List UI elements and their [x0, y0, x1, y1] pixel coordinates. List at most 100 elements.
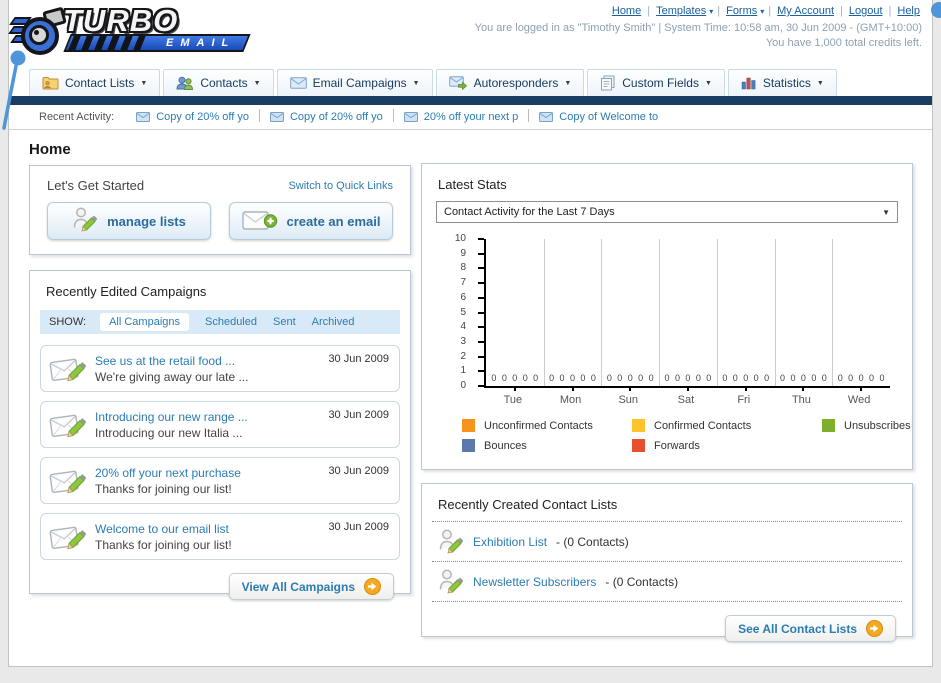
legend-swatch	[462, 439, 475, 452]
nav-link-templates[interactable]: Templates	[656, 5, 706, 17]
chart-value-label: 0	[706, 373, 712, 383]
envelope-icon	[269, 112, 284, 122]
nav-link-forms[interactable]: Forms	[726, 5, 757, 17]
chart-gridline	[543, 239, 545, 386]
view-all-campaigns-button[interactable]: View All Campaigns	[228, 573, 394, 600]
y-axis-tick-label: 2	[460, 350, 466, 362]
logo-stripes	[68, 36, 146, 50]
y-axis-tick	[478, 355, 484, 358]
campaign-filter-bar: SHOW: All Campaigns Scheduled Sent Archived	[40, 310, 400, 334]
tab-contact-lists[interactable]: Contact Lists ▼	[29, 69, 161, 96]
campaign-card[interactable]: See us at the retail food ... We're givin…	[40, 345, 400, 392]
recent-activity-item[interactable]: Copy of 20% off yo	[136, 111, 249, 123]
campaign-title-link[interactable]: 20% off your next purchase	[95, 466, 241, 480]
recent-activity-link[interactable]: Copy of Welcome to	[559, 111, 658, 123]
filter-scheduled[interactable]: Scheduled	[205, 316, 257, 328]
contact-list-rows: Exhibition List - (0 Contacts) Newsletter…	[422, 521, 912, 602]
legend-item: Forwards	[632, 439, 822, 452]
contacts-icon	[176, 76, 194, 90]
contact-list-link[interactable]: Exhibition List	[473, 535, 547, 549]
filter-archived[interactable]: Archived	[312, 316, 355, 328]
x-axis-tick-label: Tue	[503, 394, 523, 406]
chart-plot-area: 00000000000000000000000000000000000	[478, 238, 890, 391]
filter-all-campaigns[interactable]: All Campaigns	[100, 313, 189, 331]
recently-created-contact-lists-panel: Recently Created Contact Lists Exhibitio…	[421, 483, 913, 642]
campaign-title-link[interactable]: Introducing our new range ...	[95, 410, 248, 424]
x-axis-tick	[571, 386, 574, 391]
envelope-icon	[136, 112, 151, 122]
tab-email-campaigns[interactable]: Email Campaigns ▼	[276, 69, 433, 96]
chart-value-label: 0	[821, 373, 827, 383]
switch-to-quick-links[interactable]: Switch to Quick Links	[288, 180, 393, 192]
create-email-button[interactable]: create an email	[229, 202, 393, 240]
y-axis-tick	[478, 296, 484, 299]
get-started-header: Let's Get Started Switch to Quick Links	[30, 166, 410, 202]
activity-separator	[258, 109, 260, 122]
recent-activity-item[interactable]: Copy of Welcome to	[539, 111, 658, 123]
tab-contacts[interactable]: Contacts ▼	[163, 69, 274, 96]
chart-gridline	[832, 239, 834, 386]
y-axis-tick	[478, 252, 484, 255]
chart-value-label: 0	[753, 373, 759, 383]
campaign-title-link[interactable]: Welcome to our email list	[95, 522, 232, 536]
tab-autoresponders[interactable]: Autoresponders ▼	[435, 69, 585, 96]
y-axis-tick	[478, 370, 484, 373]
campaign-title-link[interactable]: See us at the retail food ...	[95, 354, 248, 368]
chart-value-label: 0	[580, 373, 586, 383]
legend-swatch	[632, 439, 645, 452]
tab-label: Contact Lists	[65, 76, 135, 90]
chart-value-label: 0	[664, 373, 670, 383]
campaign-card[interactable]: 20% off your next purchase Thanks for joi…	[40, 457, 400, 504]
login-status-line2: You have 1,000 total credits left.	[765, 37, 922, 49]
chart-value-group: 00000	[544, 373, 602, 383]
turbo-spiral-graphic	[8, 6, 67, 57]
turbo-email-logo: TURBO EMAIL	[8, 3, 255, 59]
main-tab-bar: Contact Lists ▼ Contacts ▼ Email Campaigns ▼ A…	[9, 62, 932, 96]
email-campaigns-icon	[289, 77, 307, 89]
chart-value-label: 0	[501, 373, 507, 383]
chevron-down-icon: ▾	[709, 7, 714, 16]
recent-activity-link[interactable]: Copy of 20% off yo	[290, 111, 383, 123]
chart-value-label: 0	[559, 373, 565, 383]
contact-list-row[interactable]: Exhibition List - (0 Contacts)	[422, 522, 912, 561]
recent-activity-link[interactable]: Copy of 20% off yo	[156, 111, 249, 123]
filter-sent[interactable]: Sent	[273, 316, 296, 328]
see-all-contact-lists-button[interactable]: See All Contact Lists	[725, 615, 896, 642]
stats-panel-title: Latest Stats	[438, 177, 507, 192]
y-axis-tick-label: 1	[460, 365, 466, 377]
contact-list-link[interactable]: Newsletter Subscribers	[473, 575, 596, 589]
recent-activity-item[interactable]: Copy of 20% off yo	[269, 111, 383, 123]
y-axis-tick-label: 5	[460, 306, 466, 318]
nav-link-help[interactable]: Help	[897, 5, 920, 17]
recent-activity-item[interactable]: 20% off your next p	[403, 111, 519, 123]
header: TURBO EMAIL Home | Templates ▾ | Forms ▾ | My Ac…	[8, 0, 932, 62]
chevron-down-icon: ▼	[412, 79, 420, 87]
contact-list-row[interactable]: Newsletter Subscribers - (0 Contacts)	[422, 562, 912, 601]
chart-value-label: 0	[648, 373, 654, 383]
nav-link-home[interactable]: Home	[612, 5, 641, 17]
legend-label: Forwards	[654, 439, 700, 452]
chart-y-axis: 0 1 2 3 4 5 6 7 8 9 10	[444, 233, 478, 391]
recent-activity-bar: Recent Activity: Copy of 20% off yo Copy …	[9, 105, 932, 130]
chart-value-label: 0	[800, 373, 806, 383]
tab-statistics[interactable]: Statistics ▼	[727, 69, 837, 96]
chart-gridline	[774, 239, 776, 386]
contact-count: - (0 Contacts)	[556, 534, 629, 549]
tab-label: Email Campaigns	[312, 76, 407, 90]
nav-link-logout[interactable]: Logout	[849, 5, 883, 17]
y-axis-tick	[478, 282, 484, 285]
nav-link-my-account[interactable]: My Account	[777, 5, 834, 17]
tab-custom-fields[interactable]: Custom Fields ▼	[587, 69, 725, 96]
chevron-down-icon: ▼	[140, 79, 148, 87]
recent-activity-link[interactable]: 20% off your next p	[424, 111, 519, 123]
campaign-card[interactable]: Introducing our new range ... Introducing…	[40, 401, 400, 448]
chart-gridline	[716, 239, 718, 386]
recent-activity-label: Recent Activity:	[39, 111, 115, 123]
campaign-card[interactable]: Welcome to our email list Thanks for join…	[40, 513, 400, 560]
chart-value-group: 00000	[717, 373, 775, 383]
recent-activity-items: Copy of 20% off yo Copy of 20% off yo 20% …	[136, 109, 658, 125]
x-axis-tick-label: Wed	[847, 394, 871, 406]
stats-period-dropdown[interactable]: Contact Activity for the Last 7 Days ▼	[436, 201, 898, 223]
manage-lists-button[interactable]: manage lists	[47, 202, 211, 240]
chart-value-label: 0	[617, 373, 623, 383]
